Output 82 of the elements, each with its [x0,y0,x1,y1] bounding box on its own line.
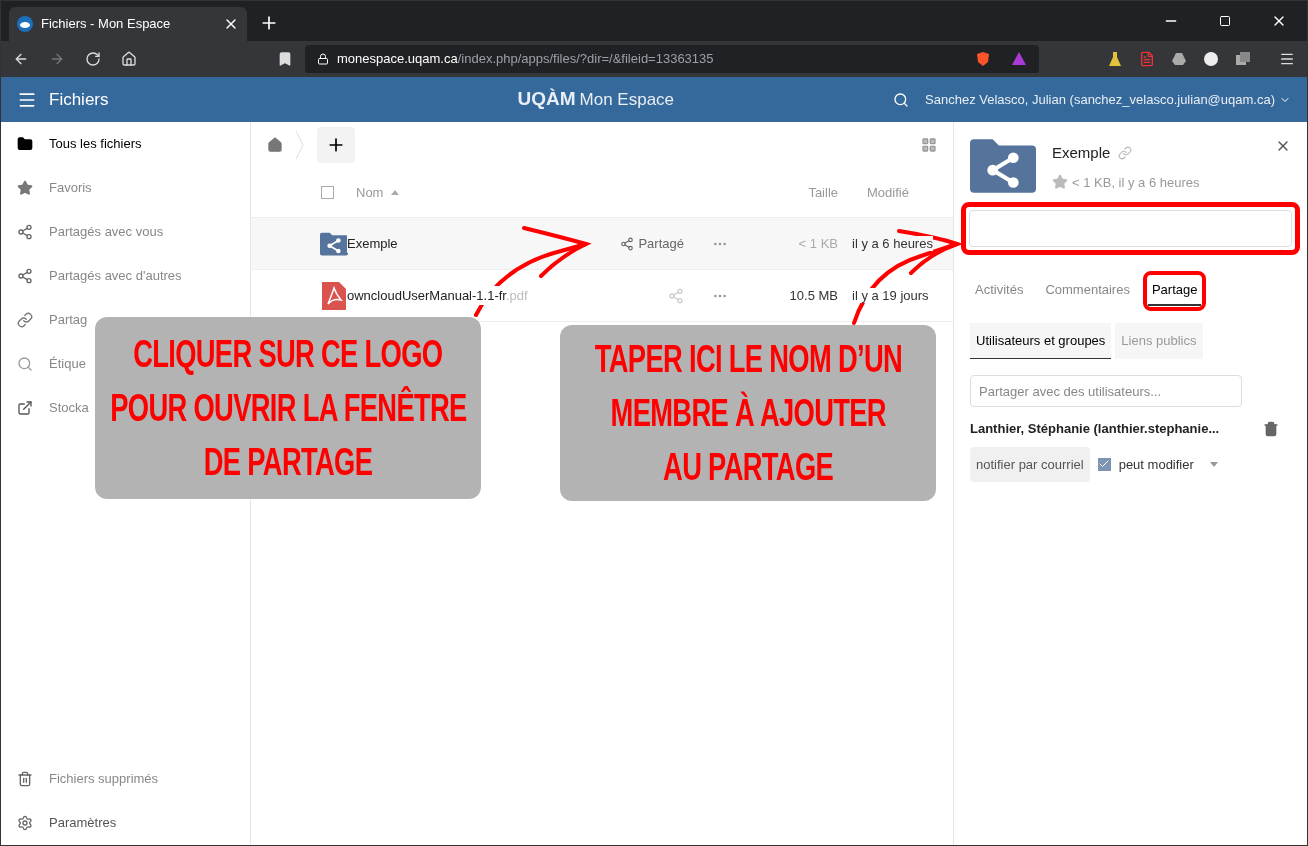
trash-icon[interactable] [1263,420,1279,437]
sidebar-item[interactable]: Tous les fichiers [1,122,146,166]
new-button[interactable] [317,127,355,163]
brand-subtitle: Mon Espace [579,89,675,112]
sidebar-item[interactable]: Paramètres [1,801,250,845]
maximize-icon[interactable] [1219,15,1231,27]
callout-text: DE PARTAGE [203,440,373,485]
cloud-icon [17,16,33,32]
back-icon[interactable] [13,51,29,67]
share-icon [17,268,33,284]
user-menu[interactable]: Sanchez Velasco, Julian (sanchez_velasco.julian@uqam.ca) [925,89,1275,110]
address-bar[interactable]: monespace.uqam.ca/index.php/apps/files/?dir=/&fileid=13363135 [305,45,1039,73]
callout-text: CLIQUER SUR CE LOGO [133,332,443,377]
sidebar-item[interactable]: Étique [1,342,90,386]
shared-folder-icon [320,231,348,256]
star-icon [17,180,33,196]
copy-icon[interactable] [1235,51,1251,67]
search-icon [17,356,33,372]
sidebar-item[interactable]: Partagés avec d'autres [1,254,186,298]
file-name[interactable]: owncloudUserManual-1.1-fr.pdf [347,285,528,306]
reload-icon[interactable] [85,51,101,67]
share-input-field[interactable]: Partager avec des utilisateurs... [970,375,1242,407]
circle-icon[interactable] [1203,51,1219,67]
folder-icon [17,136,33,152]
detail-tab[interactable]: Partage [1147,276,1202,306]
shared-folder-icon [970,138,1036,194]
settings-icon [17,815,33,831]
pdf-icon [322,281,346,310]
detail-meta: < 1 KB, il y a 6 heures [1072,173,1200,192]
triangle-icon[interactable] [1011,51,1027,67]
tab-title: Fichiers - Mon Espace [41,15,172,34]
trash-icon [17,771,33,787]
size-column-header[interactable]: Taille [758,182,838,203]
caret-icon[interactable] [1209,461,1218,467]
flask-icon[interactable] [1107,51,1123,67]
file-modified: il y a 6 heures [852,235,933,251]
app-title[interactable]: Fichiers [49,86,109,113]
share-icon [17,224,33,240]
share-action[interactable]: Partagé [620,233,684,254]
sidebar-item[interactable]: Stocka [1,386,93,430]
menu-icon[interactable] [1279,51,1295,67]
select-all-checkbox[interactable] [321,186,334,199]
sidebar-item[interactable]: Partagés avec vous [1,210,168,254]
home-icon[interactable] [267,137,283,153]
sort-ascending-icon [391,190,400,195]
modified-column-header[interactable]: Modifié [838,182,953,203]
url-text: monespace.uqam.ca/index.php/apps/files/?dir=/&fileid=13363135 [337,50,715,69]
sidebar-item[interactable]: Partag [1,298,92,342]
file-size: < 1 KB [797,234,838,253]
search-icon[interactable] [893,91,910,108]
permission-label: peut modifier [1118,455,1194,474]
grid-view-icon[interactable] [921,137,937,153]
callout-text: AU PARTAGE [663,445,833,490]
lock-icon [317,53,329,65]
browser-tab[interactable]: Fichiers - Mon Espace [9,7,247,41]
forward-icon[interactable] [49,51,65,67]
name-column-header[interactable]: Nom [356,182,384,203]
external-link-icon [17,400,33,416]
share-recipient: Lanthier, Stéphanie (lanthier.stephanie... [970,420,1221,438]
permission-checkbox[interactable] [1097,457,1111,471]
callout-text: POUR OUVRIR LA FENÊTRE [109,385,467,431]
sidebar-item[interactable]: Favoris [1,166,96,210]
detail-tab[interactable]: Activités [971,276,1028,306]
bookmark-icon[interactable] [277,51,293,67]
file-size: 10.5 MB [788,286,838,305]
file-modified: il y a 19 jours [852,287,929,303]
detail-file-name: Exemple [1052,143,1111,163]
link-icon [17,312,33,328]
brand-logo: UQÀM [517,87,576,112]
file-name[interactable]: Exemple [347,233,398,254]
star-icon[interactable] [1052,174,1068,191]
notify-button[interactable]: notifier par courriel [970,446,1090,482]
share-subtab[interactable]: Utilisateurs et groupes [970,322,1112,359]
callout-text: TAPER ICI LE NOM D’UN [594,337,902,382]
detail-field[interactable] [969,210,1292,247]
share-icon [620,236,635,251]
breadcrumb-separator-icon [295,130,305,160]
share-subtab[interactable]: Liens publics [1115,322,1203,359]
sidebar-item[interactable]: Fichiers supprimés [1,757,250,801]
file-row[interactable]: Exemple Partagé < 1 KB il y a 6 heures [251,218,953,270]
callout-text: MEMBRE À AJOUTER [610,390,886,436]
detail-tab[interactable]: Commentaires [1041,276,1134,306]
